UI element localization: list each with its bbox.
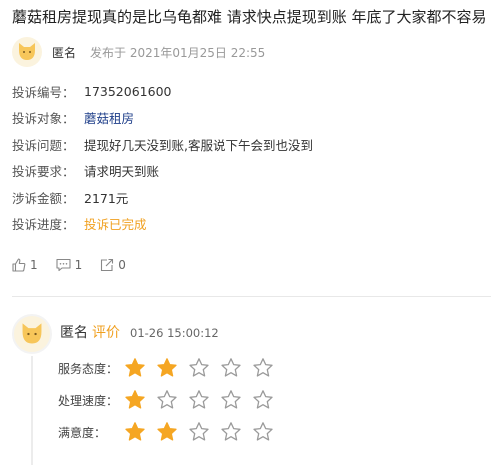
complaint-info: 投诉编号： 17352061600 投诉对象： 蘑菇租房 投诉问题： 提现好几天…: [12, 78, 313, 237]
complaint-request: 请求明天到账: [84, 164, 160, 180]
star-filled-icon: [157, 358, 177, 377]
action-bar: 1 1 0: [12, 258, 144, 272]
star-empty-icon: [221, 358, 241, 377]
comment-button[interactable]: 1: [56, 258, 83, 272]
info-row-request: 投诉要求： 请求明天到账: [12, 158, 313, 185]
star-rating: [124, 421, 284, 443]
comment-count: 1: [74, 258, 83, 272]
complaint-status: 投诉已完成: [84, 217, 147, 233]
review-time: 01-26 15:00:12: [130, 326, 219, 340]
complaint-target-link[interactable]: 蘑菇租房: [84, 108, 134, 127]
rating-row-satisfaction: 满意度：: [58, 416, 284, 448]
info-label: 投诉对象：: [12, 111, 75, 127]
section-divider: [12, 296, 491, 297]
comment-icon: [56, 258, 71, 272]
review-header: 匿名 评价 01-26 15:00:12: [60, 322, 219, 342]
timeline-line: [31, 356, 33, 465]
review-tag: 评价: [92, 325, 120, 341]
review-card: 匿名 评价 01-26 15:00:12 服务态度： 处理速度： 满意度：: [12, 312, 492, 465]
info-row-issue: 投诉问题： 提现好几天没到账,客服说下午会到也没到: [12, 131, 313, 158]
share-count: 0: [118, 258, 126, 272]
star-rating: [124, 389, 284, 411]
author-row: 匿名 发布于 2021年01月25日 22:55: [12, 36, 265, 68]
star-empty-icon: [221, 390, 241, 409]
rating-label: 处理速度：: [58, 393, 119, 408]
complaint-issue: 提现好几天没到账,客服说下午会到也没到: [84, 137, 313, 153]
review-author: 匿名: [60, 325, 88, 341]
info-label: 投诉编号：: [12, 84, 75, 100]
like-count: 1: [30, 258, 38, 272]
star-empty-icon: [189, 422, 209, 441]
rating-label: 满意度：: [58, 425, 107, 440]
rating-row-speed: 处理速度：: [58, 384, 284, 416]
star-empty-icon: [253, 422, 273, 441]
like-button[interactable]: 1: [12, 258, 38, 272]
star-filled-icon: [125, 390, 145, 409]
post-time: 发布于 2021年01月25日 22:55: [90, 45, 266, 60]
star-empty-icon: [253, 358, 273, 377]
rating-label: 服务态度：: [58, 361, 119, 376]
info-label: 投诉问题：: [12, 137, 75, 153]
ratings: 服务态度： 处理速度： 满意度：: [58, 352, 284, 448]
star-empty-icon: [189, 390, 209, 409]
rating-row-service: 服务态度：: [58, 352, 284, 384]
info-row-id: 投诉编号： 17352061600: [12, 78, 313, 105]
complaint-amount: 2171元: [84, 190, 129, 206]
info-row-amount: 涉诉金额： 2171元: [12, 184, 313, 211]
complaint-id: 17352061600: [84, 83, 172, 99]
info-label: 投诉要求：: [12, 164, 75, 180]
author-name: 匿名: [52, 45, 77, 60]
star-rating: [124, 357, 284, 379]
star-filled-icon: [125, 422, 145, 441]
cat-avatar-icon: [19, 43, 35, 60]
info-label: 涉诉金额：: [12, 190, 75, 206]
star-empty-icon: [189, 358, 209, 377]
star-filled-icon: [125, 358, 145, 377]
info-label: 投诉进度：: [12, 217, 75, 233]
post-title: 蘑菇租房提现真的是比乌龟都难 请求快点提现到账 年底了大家都不容易: [12, 8, 487, 26]
share-icon: [101, 258, 114, 272]
review-avatar[interactable]: [12, 314, 52, 354]
cat-avatar-icon: [22, 323, 42, 344]
thumbs-up-icon: [12, 258, 26, 272]
share-button[interactable]: 0: [100, 258, 126, 272]
avatar[interactable]: [12, 37, 42, 67]
info-row-progress: 投诉进度： 投诉已完成: [12, 211, 313, 238]
star-empty-icon: [253, 390, 273, 409]
star-empty-icon: [221, 422, 241, 441]
info-row-target: 投诉对象： 蘑菇租房: [12, 105, 313, 132]
star-empty-icon: [157, 390, 177, 409]
star-filled-icon: [157, 422, 177, 441]
